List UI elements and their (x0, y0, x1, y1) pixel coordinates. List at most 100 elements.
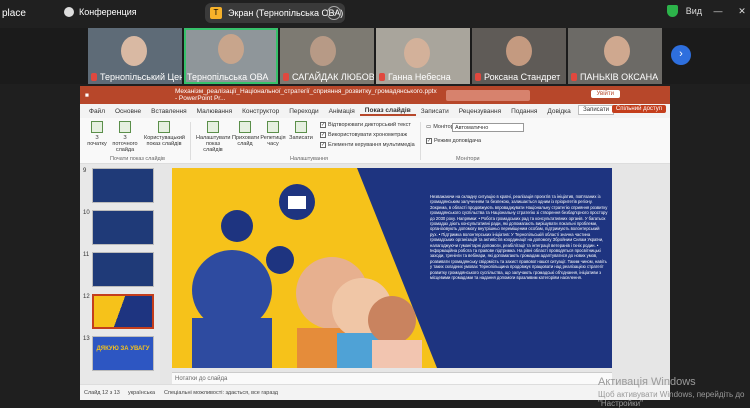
participant-name: Ганна Небесна (388, 72, 451, 82)
conference-label: Конференция (79, 7, 137, 17)
slide-canvas[interactable]: Незважаючи на складну ситуацію в країні,… (172, 168, 612, 368)
timer-icon (267, 121, 279, 133)
timings-checkbox[interactable]: ✓ Використовувати хронометраж (320, 132, 407, 138)
participant-name: ПАНЬКІВ ОКСАНА (580, 72, 659, 82)
tab-home[interactable]: Основне (110, 108, 146, 115)
next-participants-button[interactable]: › (671, 45, 691, 65)
tab-animations[interactable]: Анімація (324, 108, 360, 115)
participant-tile[interactable]: САГАЙДАК ЛЮБОВ (280, 28, 374, 84)
participant-video (506, 36, 532, 66)
slide-thumbnail-current[interactable] (92, 294, 154, 329)
group-monitors-label: Монітори (456, 156, 480, 162)
search-box[interactable] (445, 89, 530, 101)
status-bar: Слайд 12 з 13 українська Спеціальні можл… (80, 384, 670, 400)
participant-video (310, 36, 336, 66)
record-show-button[interactable]: Записати (288, 121, 314, 141)
view-menu[interactable]: Вид (686, 6, 702, 16)
from-current-button[interactable]: З поточного слайда (110, 121, 140, 153)
from-beginning-button[interactable]: З початку (86, 121, 108, 147)
signin-button[interactable]: Увійти (590, 90, 620, 98)
mic-muted-icon (379, 73, 385, 81)
tab-view[interactable]: Подання (506, 108, 542, 115)
slide-body-text: Незважаючи на складну ситуацію в країні,… (430, 194, 608, 281)
hide-slide-icon (239, 121, 251, 133)
care-icon (221, 210, 253, 242)
participant-tile[interactable]: Тернопільський Цен (88, 28, 182, 84)
presenter-view-checkbox[interactable]: ✓ Режим доповідача (426, 138, 481, 144)
screen-share-pill[interactable]: T Экран (Тернопільська ОВА) ⋯ (205, 3, 345, 23)
participant-tile[interactable]: ПАНЬКІВ ОКСАНА (568, 28, 662, 84)
tab-slideshow[interactable]: Показ слайдів (359, 107, 416, 116)
media-controls-checkbox[interactable]: ✓ Елементи керування мультимедіа (320, 142, 415, 148)
ppt-titlebar: ■ Механізм_реалізації_Національної_страт… (80, 86, 670, 104)
conference-menu[interactable]: Конференция (64, 7, 137, 17)
share-button[interactable]: Спільний доступ (611, 105, 666, 113)
participant-tile[interactable]: Роксана Стандрет (472, 28, 566, 84)
participant-tile-active[interactable]: Тернопільська ОВА (184, 28, 278, 84)
tab-review[interactable]: Рецензування (454, 108, 506, 115)
setup-show-button[interactable]: Налаштувати показ слайдів (196, 121, 230, 153)
paw-icon (64, 7, 74, 17)
monitor-select[interactable]: Автоматично (452, 123, 524, 132)
hide-slide-button[interactable]: Приховати слайд (232, 121, 259, 147)
participant-video (404, 38, 430, 68)
windows-activation-hint: Щоб активувати Windows, перейдіть до "На… (598, 390, 745, 408)
participant-video (218, 34, 244, 64)
participant-video (604, 36, 630, 66)
participant-name: Тернопільський Цен (100, 72, 182, 82)
workspace: 9 10 11 12 13 ДЯКУЮ ЗА УВАГУ Незважаючи … (80, 164, 670, 384)
custom-show-button[interactable]: Користувацький показ слайдів (144, 121, 185, 147)
window-controls: Вид — ✕ (666, 5, 750, 17)
screen-share-label: Экран (Тернопільська ОВА) (228, 8, 344, 18)
status-language: українська (128, 390, 156, 396)
mic-muted-icon (283, 73, 289, 81)
participant-tile[interactable]: Ганна Небесна (376, 28, 470, 84)
slide-thumbnail[interactable] (92, 168, 154, 203)
setup-icon (207, 121, 219, 133)
tab-help[interactable]: Довідка (542, 108, 575, 115)
participants-strip: Тернопільський Цен Тернопільська ОВА САГ… (0, 28, 750, 84)
slide-thumbnails: 9 10 11 12 13 ДЯКУЮ ЗА УВАГУ (80, 164, 160, 384)
minimize-button[interactable]: — (710, 6, 726, 16)
powerpoint-window: ■ Механізм_реалізації_Національної_страт… (80, 86, 670, 400)
rehearse-button[interactable]: Репетиція часу (260, 121, 286, 147)
shield-icon (666, 5, 678, 17)
participant-name: Тернопільська ОВА (187, 72, 269, 82)
status-accessibility[interactable]: Спеціальні можливості: здається, все гар… (164, 390, 278, 396)
custom-show-icon (158, 121, 170, 133)
mic-muted-icon (571, 73, 577, 81)
participant-name: САГАЙДАК ЛЮБОВ (292, 72, 374, 82)
tab-transitions[interactable]: Переходи (284, 108, 323, 115)
top-bar: place Конференция T Экран (Тернопільська… (0, 0, 750, 28)
ppt-logo-icon: ■ (85, 91, 89, 99)
tab-file[interactable]: Файл (84, 108, 110, 115)
record-button[interactable]: Записати (578, 105, 614, 115)
app-name: place (2, 8, 26, 19)
house-icon (266, 246, 294, 274)
play-icon (119, 121, 131, 133)
tab-draw[interactable]: Малювання (192, 108, 237, 115)
slide-thumbnail[interactable] (92, 252, 154, 287)
tab-insert[interactable]: Вставлення (146, 108, 192, 115)
status-slide-count: Слайд 12 з 13 (84, 390, 120, 396)
monitor-icon: ▭ (426, 124, 432, 130)
narration-checkbox[interactable]: ✓ Відтворювати дикторський текст (320, 122, 411, 128)
mic-muted-icon (475, 73, 481, 81)
notes-pane[interactable]: Нотатки до слайда (172, 372, 612, 384)
more-icon[interactable]: ⋯ (327, 6, 341, 20)
ppt-file-title: Механізм_реалізації_Національної_стратег… (174, 88, 437, 102)
group-setup-label: Налаштування (290, 156, 329, 162)
record-icon (295, 121, 307, 133)
tab-design[interactable]: Конструктор (237, 108, 284, 115)
ribbon-tabs: Файл Основне Вставлення Малювання Констр… (80, 104, 670, 118)
slide-thumbnail[interactable]: ДЯКУЮ ЗА УВАГУ (92, 336, 154, 371)
windows-activation-watermark: Активація Windows (598, 376, 696, 388)
monitor-label: ▭ Монітор: (426, 124, 456, 130)
slide-thumbnail[interactable] (92, 210, 154, 245)
tab-record[interactable]: Записати (416, 108, 454, 115)
close-button[interactable]: ✕ (734, 6, 750, 17)
group-start-label: Почати показ слайдів (110, 156, 165, 162)
ribbon: З початку З поточного слайда Користуваць… (80, 118, 670, 164)
participant-name: Роксана Стандрет (484, 72, 561, 82)
play-icon (91, 121, 103, 133)
